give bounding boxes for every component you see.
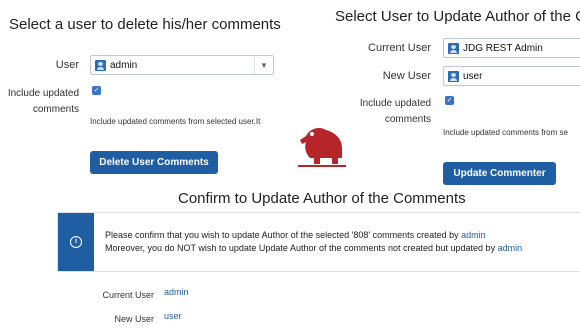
new-user-select-value: user (463, 70, 483, 82)
confirm-current-user-value[interactable]: admin (164, 287, 189, 297)
confirm-line-1: Please confirm that you wish to update A… (105, 230, 522, 240)
right-include-updated-hint: Include updated comments from se (443, 128, 568, 137)
current-user-select-value: JDG REST Admin (463, 42, 543, 54)
include-label-line2: comments (32, 104, 79, 115)
confirm-line-1-user-link[interactable]: admin (461, 230, 486, 240)
right-form-title: Select User to Update Author of the C (335, 8, 580, 25)
left-form-title: Select a user to delete his/her comments (9, 16, 281, 33)
confirm-message-body: Please confirm that you wish to update A… (94, 213, 522, 271)
user-avatar-icon (448, 42, 459, 54)
include-label-line1: Include updated (7, 88, 79, 99)
confirm-line-1-text: Please confirm that you wish to update A… (105, 230, 459, 240)
confirm-line-2-text: Moreover, you do NOT wish to update Upda… (105, 243, 496, 253)
chevron-down-icon[interactable]: ▼ (254, 56, 273, 74)
user-label: User (55, 59, 79, 71)
info-bar: i (58, 213, 94, 271)
delete-user-comments-button[interactable]: Delete User Comments (90, 151, 218, 174)
new-user-select[interactable]: user (443, 66, 580, 86)
new-user-label: New User (382, 70, 431, 82)
confirm-title: Confirm to Update Author of the Comments (178, 190, 466, 207)
confirm-new-user-label: New User (114, 314, 154, 324)
confirm-line-2-user-link[interactable]: admin (498, 243, 523, 253)
confirm-message-panel: i Please confirm that you wish to update… (57, 212, 580, 272)
include-updated-checkbox[interactable]: ✓ (92, 86, 101, 95)
mascot-logo (296, 124, 348, 170)
confirm-line-2: Moreover, you do NOT wish to update Upda… (105, 243, 522, 253)
current-user-label: Current User (368, 42, 431, 54)
info-icon: i (70, 236, 82, 248)
current-user-select[interactable]: JDG REST Admin (443, 38, 580, 58)
include-updated-label: Include updated comments (0, 86, 79, 118)
right-include-label-line2: comments (384, 114, 431, 125)
user-select[interactable]: admin ▼ (90, 55, 274, 75)
confirm-current-user-label: Current User (102, 290, 154, 300)
user-avatar-icon (95, 59, 106, 71)
confirm-new-user-value[interactable]: user (164, 311, 182, 321)
right-include-updated-label: Include updated comments (352, 96, 431, 128)
right-include-updated-checkbox[interactable]: ✓ (445, 96, 454, 105)
include-updated-hint: Include updated comments from selected u… (90, 117, 261, 126)
update-commenter-button[interactable]: Update Commenter (443, 162, 556, 185)
user-select-value: admin (110, 59, 138, 71)
user-avatar-icon (448, 70, 459, 82)
right-include-label-line1: Include updated (359, 98, 431, 109)
